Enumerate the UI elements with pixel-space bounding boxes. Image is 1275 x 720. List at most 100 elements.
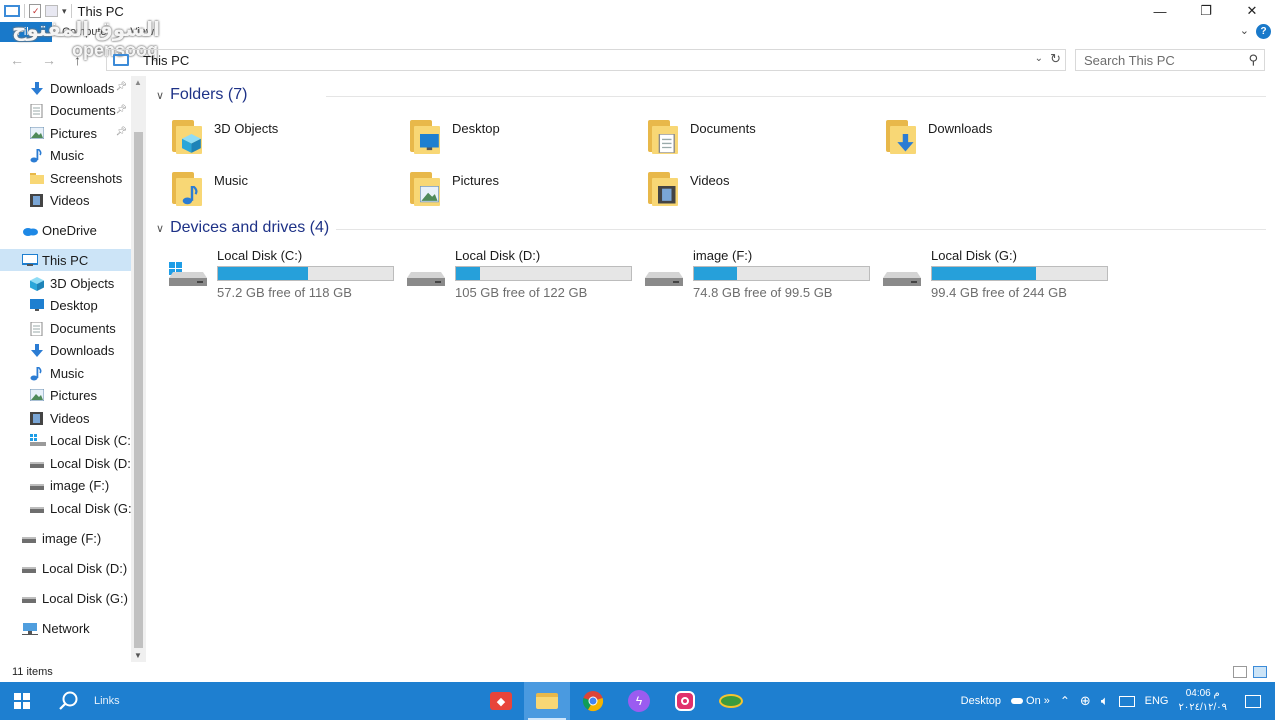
music-note-icon <box>30 148 44 163</box>
desktop-toolbar-label[interactable]: Desktop <box>961 695 1001 707</box>
refresh-icon[interactable]: ↻ <box>1050 51 1061 67</box>
search-input[interactable]: Search This PC ⚲ <box>1075 49 1265 71</box>
overflow-icon[interactable]: » <box>1044 695 1050 707</box>
forward-arrow-icon[interactable]: → <box>42 52 56 68</box>
keyboard-icon[interactable] <box>1118 695 1135 707</box>
sidebar-item-this-pc-child[interactable]: image (F:) <box>0 475 131 497</box>
sidebar-item-quick-access[interactable]: Screenshots <box>0 167 131 189</box>
video-icon <box>30 411 44 425</box>
clock[interactable]: 04:06 م ٢٠٢٤/١٢/٠٩ <box>1178 687 1227 715</box>
details-view-icon[interactable] <box>1233 666 1247 678</box>
scroll-up-icon[interactable]: ▲ <box>134 78 142 87</box>
sidebar-item-label: Downloads <box>50 343 115 358</box>
address-bar[interactable]: This PC ⌄ ↻ <box>106 49 1066 71</box>
pictures-icon <box>29 388 45 402</box>
folder-tile[interactable]: 3D Objects <box>170 116 390 162</box>
network-globe-icon[interactable]: ⊕ <box>1080 693 1091 709</box>
taskbar-search-label[interactable]: Links <box>94 695 120 707</box>
folder-tile[interactable]: Music <box>170 168 390 214</box>
sidebar-item-drive[interactable]: Local Disk (G:) <box>0 587 131 609</box>
this-pc-icon <box>21 252 39 267</box>
taskbar-app-chrome[interactable] <box>570 682 616 720</box>
new-folder-icon[interactable] <box>45 5 58 17</box>
folder-tile[interactable]: Desktop <box>408 116 628 162</box>
collapse-chevron-icon[interactable]: ∨ <box>156 222 164 235</box>
taskbar-app-file-explorer[interactable] <box>524 682 570 720</box>
folder-tile[interactable]: Downloads <box>884 116 1104 162</box>
language-indicator[interactable]: ENG <box>1145 695 1169 707</box>
properties-icon[interactable]: ✓ <box>29 4 41 18</box>
ribbon-expand-chevron-icon[interactable]: ⌄ <box>1240 24 1249 37</box>
document-icon <box>30 321 44 336</box>
pin-icon: 📌︎ <box>115 126 127 136</box>
large-icons-view-icon[interactable] <box>1253 666 1267 678</box>
drive-tile[interactable]: Local Disk (G:) 99.4 GB free of 244 GB <box>881 248 1111 300</box>
scrollbar-thumb[interactable] <box>134 132 143 648</box>
customize-toolbar-chevron-icon[interactable]: ▾ <box>62 6 67 17</box>
sidebar-item-this-pc-child[interactable]: Local Disk (D:) <box>0 452 131 474</box>
tab-view[interactable]: View <box>120 26 164 38</box>
onedrive-tray[interactable]: On » <box>1011 695 1050 707</box>
breadcrumb[interactable]: This PC <box>143 53 189 68</box>
sidebar-item-this-pc-child[interactable]: Local Disk (C:) <box>0 430 131 452</box>
sidebar-item-this-pc-child[interactable]: Desktop <box>0 295 131 317</box>
volume-icon[interactable]: 🔈︎ <box>1101 693 1109 709</box>
folder-name: Downloads <box>928 121 993 136</box>
close-button[interactable]: ✕ <box>1229 0 1275 22</box>
taskbar-app-pinned[interactable] <box>708 682 754 720</box>
folder-tile[interactable]: Documents <box>646 116 866 162</box>
folder-icon <box>646 168 682 208</box>
collapse-chevron-icon[interactable]: ∨ <box>156 89 164 102</box>
file-tab[interactable]: File <box>0 22 52 42</box>
sidebar-item-this-pc-child[interactable]: Local Disk (G:) <box>0 497 131 519</box>
sidebar-item-network[interactable]: Network <box>0 617 131 639</box>
sidebar-item-quick-access[interactable]: Downloads 📌︎ <box>0 77 131 99</box>
taskbar-search-button[interactable] <box>44 682 94 720</box>
folder-tile[interactable]: Pictures <box>408 168 628 214</box>
drive-icon <box>22 532 36 545</box>
drive-tile[interactable]: image (F:) 74.8 GB free of 99.5 GB <box>643 248 873 300</box>
drive-tile[interactable]: Local Disk (C:) 57.2 GB free of 118 GB <box>167 248 397 300</box>
folders-group-header[interactable]: ∨ Folders (7) <box>156 86 1266 104</box>
taskbar-app-anydesk[interactable]: ◆ <box>478 682 524 720</box>
sidebar-item-this-pc-child[interactable]: Music <box>0 362 131 384</box>
sidebar-item-this-pc-child[interactable]: Documents <box>0 317 131 339</box>
scroll-down-icon[interactable]: ▼ <box>134 651 142 660</box>
help-icon[interactable]: ? <box>1256 24 1271 39</box>
back-arrow-icon[interactable]: ← <box>10 52 24 68</box>
sidebar-item-label: image (F:) <box>50 478 110 493</box>
minimize-button[interactable]: — <box>1137 0 1183 22</box>
sidebar-item-label: Music <box>50 148 84 163</box>
drives-group-header[interactable]: ∨ Devices and drives (4) <box>156 219 1266 237</box>
sidebar-item-this-pc-child[interactable]: Downloads <box>0 340 131 362</box>
sidebar-item-this-pc-child[interactable]: 3D Objects <box>0 272 131 294</box>
sidebar-item-this-pc-child[interactable]: Pictures <box>0 385 131 407</box>
sidebar-item-label: Local Disk (D:) <box>50 455 131 471</box>
maximize-button[interactable]: ❐ <box>1183 0 1229 22</box>
sidebar-item-this-pc[interactable]: This PC <box>0 249 131 271</box>
sidebar-item-quick-access[interactable]: Pictures 📌︎ <box>0 122 131 144</box>
this-pc-icon <box>113 54 129 66</box>
sidebar-item-quick-access[interactable]: Documents 📌︎ <box>0 100 131 122</box>
sidebar-item-drive[interactable]: Local Disk (D:) <box>0 557 131 579</box>
navigation-scrollbar[interactable]: ▲ ▼ <box>131 76 146 662</box>
taskbar-app-instagram[interactable] <box>662 682 708 720</box>
start-button[interactable] <box>0 682 44 720</box>
sidebar-item-this-pc-child[interactable]: Videos <box>0 407 131 429</box>
show-hidden-icons-chevron-icon[interactable]: ⌃ <box>1060 694 1070 708</box>
sidebar-item-onedrive[interactable]: OneDrive <box>0 219 131 241</box>
drive-usage-fill <box>932 267 1036 280</box>
navigation-buttons: ← → ↑ <box>10 52 81 68</box>
drive-usage-bar <box>455 266 632 281</box>
taskbar-app-messenger[interactable]: ϟ <box>616 682 662 720</box>
drive-usage-fill <box>218 267 309 280</box>
sidebar-item-drive[interactable]: image (F:) <box>0 527 131 549</box>
notifications-icon[interactable] <box>1245 694 1261 708</box>
sidebar-item-quick-access[interactable]: Music <box>0 145 131 167</box>
up-arrow-icon[interactable]: ↑ <box>74 52 81 68</box>
folder-tile[interactable]: Videos <box>646 168 866 214</box>
sidebar-item-quick-access[interactable]: Videos <box>0 190 131 212</box>
drive-tile[interactable]: Local Disk (D:) 105 GB free of 122 GB <box>405 248 635 300</box>
address-dropdown-icon[interactable]: ⌄ <box>1035 53 1043 64</box>
tab-computer[interactable]: Computer <box>52 26 120 38</box>
